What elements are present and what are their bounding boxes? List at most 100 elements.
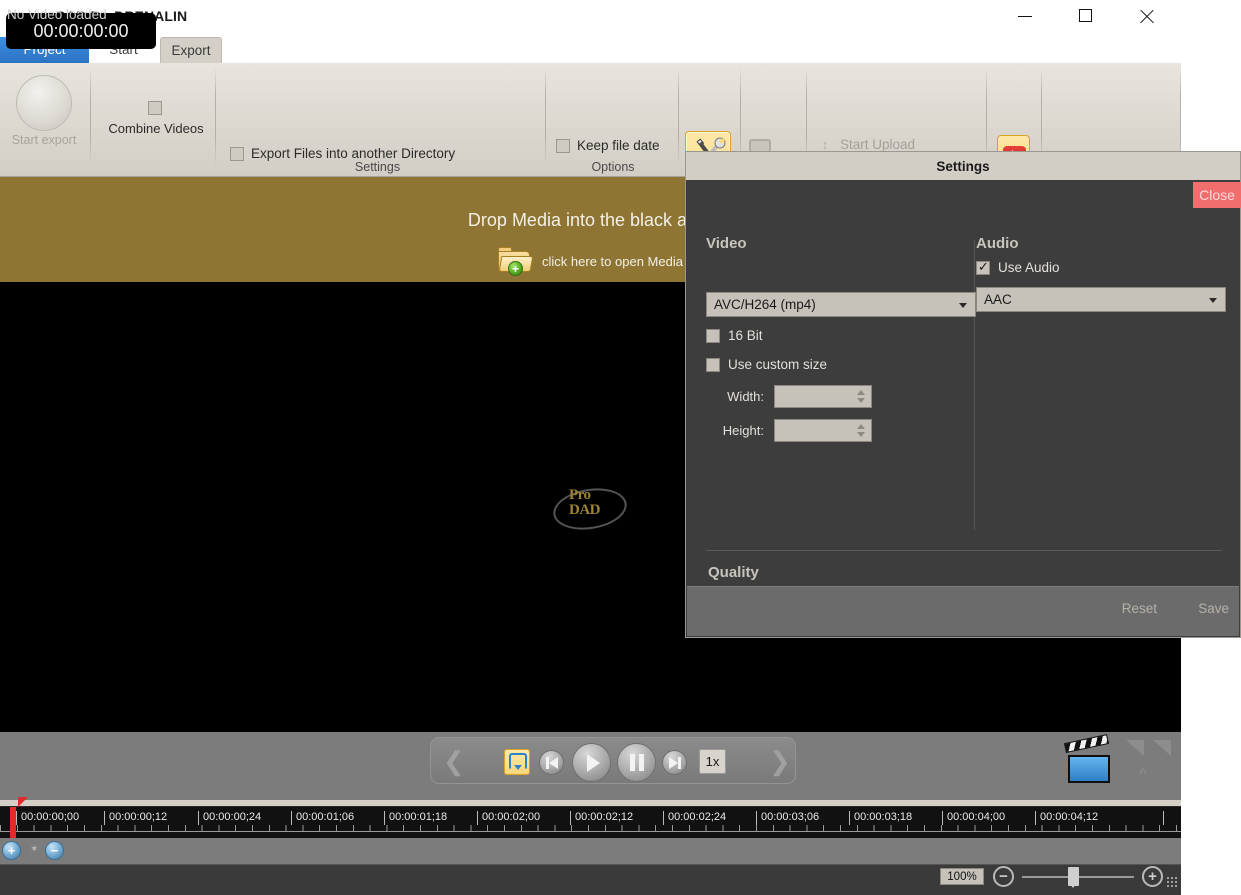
audio-section-heading: Audio [976,235,1019,252]
height-control: Height: [706,419,976,442]
clapperboard-icon[interactable] [1063,734,1116,784]
video-section-heading: Video [706,235,747,252]
skip-back-button[interactable] [539,750,564,775]
maximize-button[interactable] [1063,0,1109,30]
chevron-left-icon[interactable]: ❮ [443,748,465,774]
minimize-button[interactable] [1002,0,1048,30]
combine-videos-control[interactable]: Combine Videos [100,71,212,159]
skip-forward-button[interactable] [662,750,687,775]
logo-text-line1: Pro [569,487,591,503]
export-another-directory-label: Export Files into another Directory [251,146,456,161]
loop-button[interactable] [504,749,530,775]
custom-size-label: Use custom size [728,357,828,372]
zoom-percent-field[interactable]: 100% [940,868,984,885]
skip-back-icon [545,756,558,769]
height-label: Height: [722,423,764,438]
zoom-in-button[interactable]: + [1142,866,1163,887]
title-bar: ▼ proDAD ProDRENALIN [0,0,1181,33]
bit-depth-control[interactable]: 16 Bit [706,328,976,343]
group-label-settings: Settings [354,160,401,174]
tab-export[interactable]: Export [160,37,222,63]
use-audio-checkbox[interactable] [976,259,990,275]
playhead[interactable] [10,797,28,839]
pause-button[interactable] [617,743,656,782]
skip-forward-icon [668,756,681,769]
play-button[interactable] [572,743,611,782]
logo-text: Pro DAD [569,487,601,518]
ruler-label: 00:00:03;06 [756,811,819,825]
ribbon-divider [215,67,216,167]
keep-file-date-label: Keep file date [577,138,660,153]
play-icon [586,753,600,772]
ribbon-divider [545,67,546,167]
ruler-label: 00:00:02;00 [477,811,540,825]
logo-text-line2: DAD [569,502,601,518]
stepper-up-icon[interactable] [857,390,865,395]
export-another-directory-checkbox[interactable] [230,146,244,161]
ruler-label: 00:00:00;12 [104,811,167,825]
start-export-button[interactable]: Start export [8,71,80,159]
close-window-button[interactable] [1128,0,1174,30]
settings-dialog-body: Video AVC/H264 (mp4) 16 Bit Use custom s… [686,180,1240,637]
custom-size-control[interactable]: Use custom size [706,357,976,372]
resize-grip-icon[interactable] [1166,876,1178,888]
settings-dialog-title: Settings [686,152,1240,180]
save-button[interactable]: Save [1198,601,1229,616]
video-settings-column: Video AVC/H264 (mp4) 16 Bit Use custom s… [706,235,976,442]
player-controls-panel: ❮ 1x ❯ [430,737,796,784]
ruler-label: 00:00:02;24 [663,811,726,825]
ruler-label: 00:00:00;00 [16,811,79,825]
playback-speed-button[interactable]: 1x [699,749,726,774]
ribbon-tabstrip: Start Export ? i ⌃ [0,33,1181,90]
zoom-slider-knob[interactable] [1068,867,1079,888]
use-audio-control[interactable]: Use Audio [976,259,1226,275]
chevron-right-icon[interactable]: ❯ [769,748,791,774]
bit-depth-checkbox[interactable] [706,328,720,343]
folder-add-icon: + [498,247,534,276]
combine-videos-label: Combine Videos [108,121,204,136]
start-upload-label: Start Upload [840,137,916,152]
start-export-icon [16,75,72,131]
chevron-down-icon[interactable] [959,303,967,308]
ruler-label: 00:00:01;06 [291,811,354,825]
width-stepper[interactable] [774,385,872,408]
pause-icon [629,754,644,771]
chevron-down-icon[interactable] [1209,298,1217,303]
ruler-label: 00:00:03;18 [849,811,912,825]
ruler-label: 00:00:02;12 [570,811,633,825]
ruler-end-mark [1163,811,1164,825]
reset-button[interactable]: Reset [1122,601,1157,616]
mark-in-icon[interactable] [1126,740,1144,756]
stepper-down-icon[interactable] [857,432,865,437]
ruler-label: 00:00:01;18 [384,811,447,825]
combine-videos-checkbox[interactable] [148,101,162,115]
ribbon-divider [678,67,679,167]
stepper-down-icon[interactable] [857,398,865,403]
mark-out-icon[interactable] [1153,740,1171,756]
playhead-flag-icon [18,797,28,807]
zoom-out-button[interactable]: − [993,866,1014,887]
use-audio-label: Use Audio [998,260,1060,275]
start-upload-control: Start Upload [840,137,915,152]
open-media-label: click here to open Media [542,253,683,269]
timeline-ruler[interactable]: 00:00:00;00 00:00:00;12 00:00:00;24 00:0… [0,797,1181,839]
stepper-up-icon[interactable] [857,424,865,429]
custom-size-checkbox[interactable] [706,357,720,372]
ribbon-divider [90,67,91,167]
audio-codec-combobox[interactable]: AAC [976,287,1226,312]
export-another-directory-control[interactable]: Export Files into another Directory [230,146,455,161]
keep-file-date-control[interactable]: Keep file date [556,138,660,153]
zoom-out-icon[interactable]: − [45,841,64,860]
chevron-up-icon[interactable]: ^ [1139,765,1147,785]
plus-badge-icon: + [508,261,524,276]
start-export-label: Start export [11,133,77,147]
settings-dialog-footer: Reset Save [687,586,1239,636]
height-stepper[interactable] [774,419,872,442]
zoom-in-icon[interactable]: + [2,841,21,860]
bit-depth-label: 16 Bit [728,328,763,343]
fit-timeline-icon[interactable]: ✶ [30,844,38,855]
settings-dialog: Settings Close Video AVC/H264 (mp4) 16 B… [685,151,1241,638]
video-codec-value: AVC/H264 (mp4) [714,297,816,312]
video-codec-combobox[interactable]: AVC/H264 (mp4) [706,292,976,317]
keep-file-date-checkbox[interactable] [556,138,570,153]
